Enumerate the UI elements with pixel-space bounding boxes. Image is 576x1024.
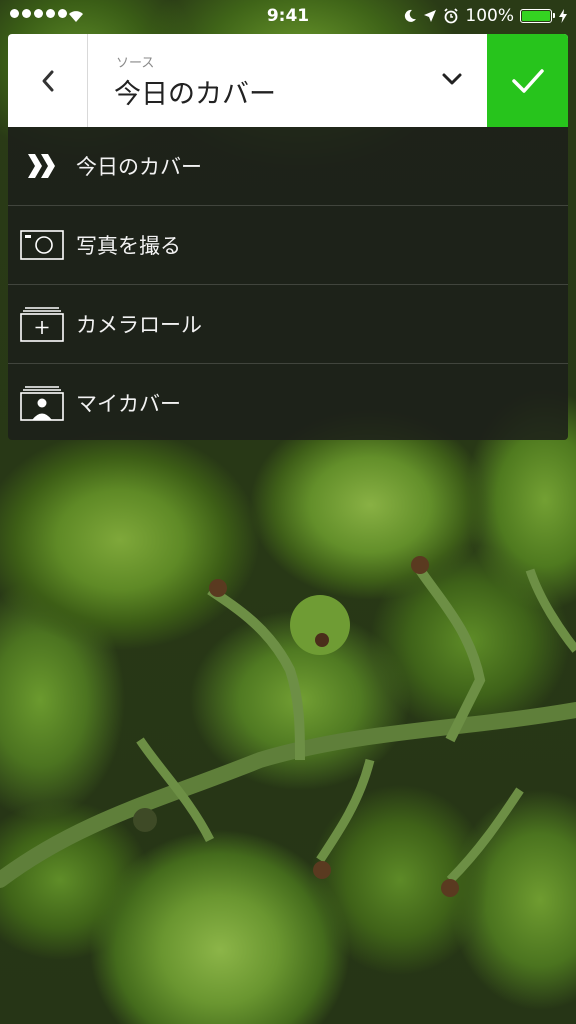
source-header: ソース 今日のカバー bbox=[8, 34, 568, 127]
source-dropdown[interactable]: ソース 今日のカバー bbox=[88, 34, 487, 127]
status-bar: 9:41 100% bbox=[0, 0, 576, 34]
source-menu: 今日のカバー 写真を撮る カメラロール マイカバー bbox=[8, 127, 568, 440]
source-selected-value: 今日のカバー bbox=[114, 79, 276, 110]
charging-bolt-icon bbox=[559, 9, 567, 23]
source-label: ソース bbox=[116, 56, 155, 71]
menu-item-label: 今日のカバー bbox=[76, 155, 202, 179]
alarm-icon bbox=[444, 8, 459, 24]
my-covers-icon bbox=[20, 386, 64, 421]
menu-item-todays-cover[interactable]: 今日のカバー bbox=[8, 127, 568, 206]
camera-roll-icon bbox=[20, 307, 64, 342]
location-arrow-icon bbox=[424, 10, 437, 22]
grape-stems bbox=[0, 556, 576, 897]
battery-percent: 100% bbox=[465, 6, 514, 26]
checkmark-icon bbox=[511, 68, 544, 93]
menu-item-label: マイカバー bbox=[76, 392, 181, 416]
chevron-down-icon bbox=[442, 73, 462, 85]
back-button[interactable] bbox=[8, 34, 88, 127]
chevron-left-icon bbox=[42, 70, 53, 91]
battery-fill bbox=[522, 11, 550, 21]
menu-item-label: カメラロール bbox=[76, 313, 202, 337]
status-right: 100% bbox=[403, 6, 568, 26]
camera-icon bbox=[20, 228, 64, 262]
moon-icon bbox=[405, 9, 417, 22]
screen: 9:41 100% ソース 今日のカバー 今日のカバー 写真を撮る カメラロール… bbox=[0, 0, 576, 1024]
menu-item-label: 写真を撮る bbox=[76, 234, 181, 258]
menu-item-take-photo[interactable]: 写真を撮る bbox=[8, 206, 568, 285]
confirm-button[interactable] bbox=[487, 34, 568, 127]
double-chevron-icon bbox=[20, 149, 64, 183]
menu-item-my-covers[interactable]: マイカバー bbox=[8, 364, 568, 440]
battery-icon bbox=[520, 9, 555, 23]
menu-item-camera-roll[interactable]: カメラロール bbox=[8, 285, 568, 364]
